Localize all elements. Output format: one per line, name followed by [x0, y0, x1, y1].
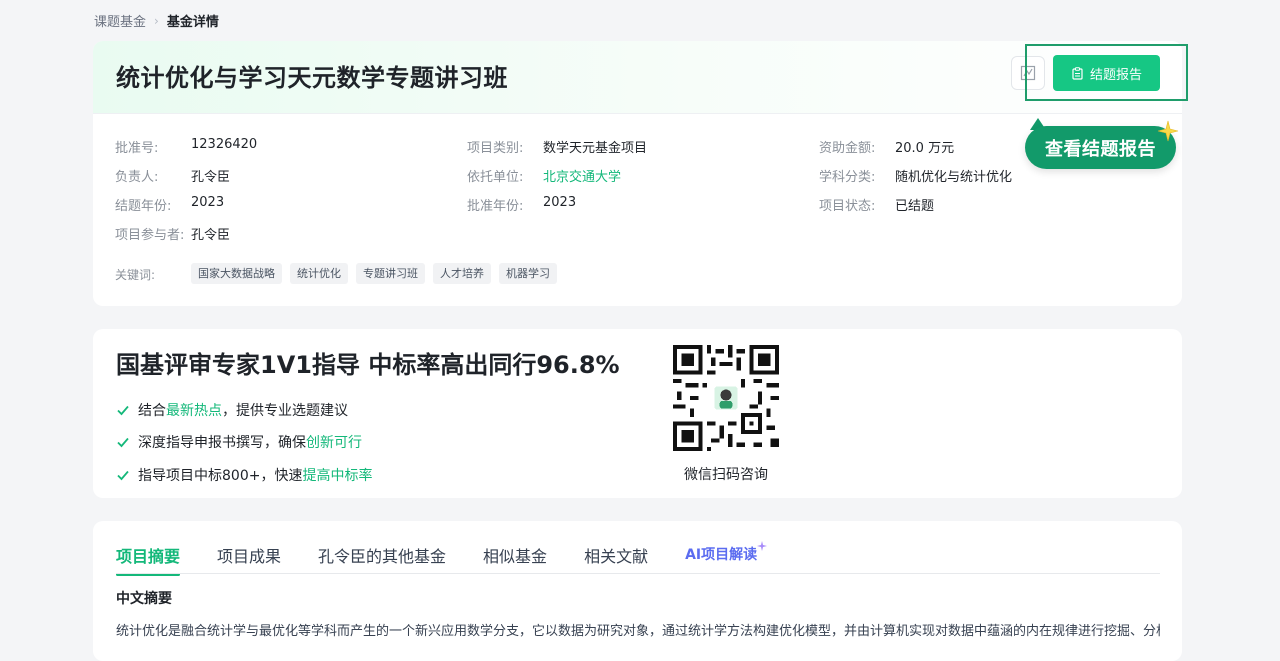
- view-report-bubble[interactable]: 查看结题报告: [1025, 126, 1176, 169]
- category-label: 项目类别:: [467, 141, 524, 156]
- promo-text: ，提供专业选题建议: [222, 403, 348, 419]
- tabs-divider: [116, 573, 1160, 574]
- promo-item: 结合最新热点，提供专业选题建议: [116, 400, 348, 420]
- promo-item: 深度指导申报书撰写，确保创新可行: [116, 432, 362, 452]
- promo-text: 深度指导申报书撰写，确保: [138, 435, 306, 451]
- keyword-tag[interactable]: 国家大数据战略: [191, 263, 282, 284]
- institution-link[interactable]: 北京交通大学: [543, 166, 621, 185]
- participants-value[interactable]: 孔令臣: [191, 224, 230, 243]
- abstract-title: 中文摘要: [116, 591, 172, 607]
- check-icon: [117, 437, 129, 448]
- promo-text: 结合: [138, 403, 166, 419]
- tab-results[interactable]: 项目成果: [217, 543, 281, 575]
- breadcrumb-current: 基金详情: [166, 15, 219, 30]
- approval-year-value: 2023: [543, 195, 577, 210]
- leader-value[interactable]: 孔令臣: [191, 166, 230, 185]
- leader-label: 负责人:: [115, 170, 159, 185]
- keyword-tag[interactable]: 人才培养: [433, 263, 491, 284]
- page-title: 统计优化与学习天元数学专题讲习班: [116, 64, 508, 92]
- approval-no-value: 12326420: [191, 137, 258, 152]
- keyword-tag[interactable]: 专题讲习班: [356, 263, 425, 284]
- status-label: 项目状态:: [819, 199, 876, 214]
- keywords-label: 关键词:: [115, 268, 156, 282]
- qr-caption: 微信扫码咨询: [684, 467, 768, 483]
- promo-text: 指导项目中标800+，快速: [138, 468, 303, 484]
- report-button-highlight: [1025, 44, 1188, 101]
- abstract-text: 统计优化是融合统计学与最优化等学科而产生的一个新兴应用数学分支，它以数据为研究对…: [116, 624, 1160, 639]
- status-value: 已结题: [895, 199, 935, 214]
- keyword-tag[interactable]: 统计优化: [290, 263, 348, 284]
- check-icon: [117, 405, 129, 416]
- check-icon: [117, 470, 129, 481]
- discipline-label: 学科分类:: [819, 170, 876, 185]
- end-year-value: 2023: [191, 195, 225, 210]
- wechat-qr-code: [673, 345, 779, 451]
- sparkle-icon: [1157, 120, 1179, 142]
- tab-related-literature[interactable]: 相关文献: [584, 543, 648, 575]
- funding-value: 20.0 万元: [895, 141, 955, 156]
- institution-label: 依托单位:: [467, 170, 524, 185]
- project-detail-card: 统计优化与学习天元数学专题讲习班 结题报告 批准号: 12326420 项目类别…: [93, 41, 1182, 306]
- tab-similar-funds[interactable]: 相似基金: [483, 543, 547, 575]
- keyword-tag[interactable]: 机器学习: [499, 263, 557, 284]
- breadcrumb: 课题基金 › 基金详情: [94, 11, 219, 31]
- tab-abstract[interactable]: 项目摘要: [116, 543, 181, 576]
- funding-label: 资助金额:: [819, 141, 876, 156]
- approval-year-label: 批准年份:: [467, 199, 524, 214]
- chevron-right-icon: ›: [154, 13, 159, 28]
- promo-item: 指导项目中标800+，快速提高中标率: [116, 465, 372, 485]
- tab-bar: 项目摘要 项目成果 孔令臣的其他基金 相似基金 相关文献 AI项目解读: [116, 541, 768, 576]
- keyword-tags: 国家大数据战略 统计优化 专题讲习班 人才培养 机器学习: [191, 263, 557, 284]
- promo-highlight: 提高中标率: [302, 468, 373, 484]
- tab-other-funds[interactable]: 孔令臣的其他基金: [318, 543, 446, 575]
- ai-sparkle-icon: [757, 541, 768, 551]
- tab-ai-interpretation[interactable]: AI项目解读: [685, 541, 768, 576]
- promo-highlight: 最新热点: [166, 403, 222, 419]
- end-year-label: 结题年份:: [115, 199, 172, 214]
- tab-ai-label: AI项目解读: [685, 547, 758, 563]
- participants-label: 项目参与者:: [115, 228, 185, 243]
- detail-tabs-card: 项目摘要 项目成果 孔令臣的其他基金 相似基金 相关文献 AI项目解读 中文摘要…: [93, 521, 1182, 661]
- discipline-value: 随机优化与统计优化: [895, 170, 1013, 185]
- approval-no-label: 批准号:: [115, 141, 159, 156]
- category-value: 数学天元基金项目: [543, 141, 648, 156]
- promo-highlight: 创新可行: [306, 435, 362, 451]
- breadcrumb-link-fund[interactable]: 课题基金: [94, 11, 146, 30]
- promo-card: 国基评审专家1V1指导 中标率高出同行96.8% 结合最新热点，提供专业选题建议…: [93, 329, 1182, 498]
- promo-title: 国基评审专家1V1指导 中标率高出同行96.8%: [116, 351, 620, 379]
